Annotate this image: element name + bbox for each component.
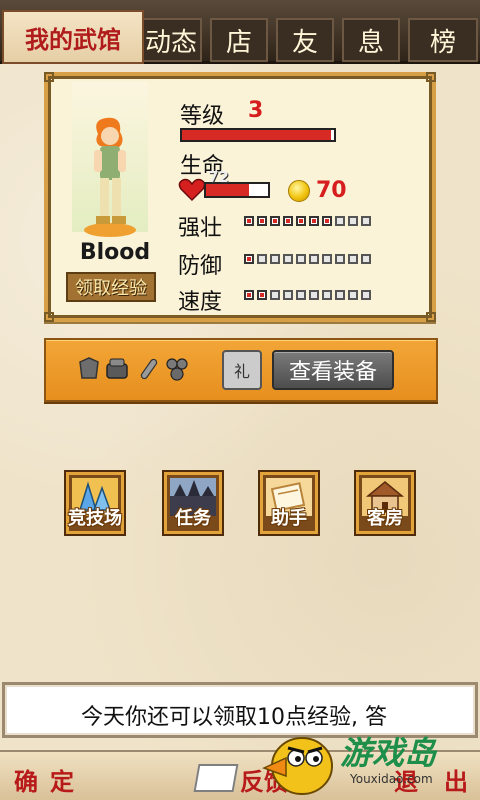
equip-gauntlet-icon[interactable] <box>104 356 130 382</box>
panel-corner <box>426 312 436 322</box>
character-avatar[interactable] <box>70 112 150 238</box>
level-progress-bar <box>180 128 336 142</box>
stat-pip-empty <box>270 254 280 264</box>
panel-corner <box>426 72 436 82</box>
tab-bar: 我的武馆 动态 店 友 息 榜 <box>0 0 480 64</box>
stat-pip-empty <box>309 290 319 300</box>
level-value: 3 <box>248 98 264 123</box>
stat-pip-empty <box>361 216 371 226</box>
stat-pip-filled <box>257 290 267 300</box>
tab-friends[interactable]: 友 <box>276 18 334 62</box>
stat-pip-filled <box>244 254 254 264</box>
gift-icon[interactable]: 礼 <box>222 350 262 390</box>
stat-pip-filled <box>244 216 254 226</box>
bird-mascot-icon <box>262 737 333 795</box>
tab-messages[interactable]: 息 <box>342 18 400 62</box>
stat-pip-empty <box>296 290 306 300</box>
stat-pips-speed <box>244 290 371 300</box>
stat-pip-empty <box>296 254 306 264</box>
arena-label: 竞技场 <box>68 508 122 529</box>
stat-pip-empty <box>335 216 345 226</box>
gold-value: 70 <box>316 178 347 203</box>
quest-label: 任务 <box>175 508 211 529</box>
heart-icon <box>178 178 206 202</box>
stat-pip-empty <box>283 254 293 264</box>
equip-dart-icon[interactable] <box>136 356 162 382</box>
quest-button[interactable]: 任务 <box>162 470 224 536</box>
stat-label-speed: 速度 <box>178 290 223 315</box>
assistant-button[interactable]: 助手 <box>258 470 320 536</box>
assistant-label: 助手 <box>271 508 307 529</box>
panel-corner <box>44 312 54 322</box>
hp-value: 72 <box>208 168 229 186</box>
guestroom-button[interactable]: 客房 <box>354 470 416 536</box>
stat-pip-empty <box>283 290 293 300</box>
equip-knuckle-icon[interactable] <box>164 356 190 382</box>
equip-armor-icon[interactable] <box>76 356 102 382</box>
guestroom-label: 客房 <box>367 508 403 529</box>
stat-pip-empty <box>335 254 345 264</box>
level-label: 等级 <box>180 104 225 129</box>
watermark-brand: 游戏岛 <box>340 734 437 772</box>
stat-pip-empty <box>361 290 371 300</box>
tab-rankings[interactable]: 榜 <box>408 18 478 62</box>
stat-pip-empty <box>348 216 358 226</box>
character-panel: Blood 领取经验 等级 3 生命 72 70 强壮 防御 速度 <box>44 72 436 322</box>
arena-button[interactable]: 竞技场 <box>64 470 126 536</box>
stat-pip-filled <box>257 216 267 226</box>
stat-label-strength: 强壮 <box>178 216 223 241</box>
stat-pip-empty <box>257 254 267 264</box>
claim-exp-button[interactable]: 领取经验 <box>66 272 156 302</box>
stat-pip-empty <box>361 254 371 264</box>
tab-activity[interactable]: 动态 <box>140 18 202 62</box>
stat-pip-filled <box>283 216 293 226</box>
level-progress-fill <box>182 130 331 140</box>
watermark: 游戏岛 Youxidao.com <box>256 722 480 800</box>
stat-pips-strength <box>244 216 371 226</box>
tab-my-dojo[interactable]: 我的武馆 <box>2 10 144 64</box>
stat-pip-empty <box>322 290 332 300</box>
panel-corner <box>44 72 54 82</box>
character-name: Blood <box>79 240 151 265</box>
stat-pip-filled <box>244 290 254 300</box>
stat-pip-filled <box>270 216 280 226</box>
stat-pip-empty <box>348 254 358 264</box>
stat-label-defense: 防御 <box>178 254 223 279</box>
feedback-icon <box>193 764 239 792</box>
stat-pip-empty <box>322 254 332 264</box>
equipment-bar: 礼 查看装备 <box>44 338 438 402</box>
stat-pip-empty <box>309 254 319 264</box>
stat-pip-empty <box>270 290 280 300</box>
stat-pips-defense <box>244 254 371 264</box>
stat-pip-filled <box>296 216 306 226</box>
confirm-softkey[interactable]: 确定 <box>14 762 86 797</box>
stat-pip-filled <box>322 216 332 226</box>
stat-pip-empty <box>335 290 345 300</box>
tab-shop[interactable]: 店 <box>210 18 268 62</box>
view-equipment-button[interactable]: 查看装备 <box>272 350 394 390</box>
stat-pip-empty <box>348 290 358 300</box>
watermark-domain: Youxidao.com <box>350 772 433 786</box>
stat-pip-filled <box>309 216 319 226</box>
gold-coin-icon <box>288 180 310 202</box>
